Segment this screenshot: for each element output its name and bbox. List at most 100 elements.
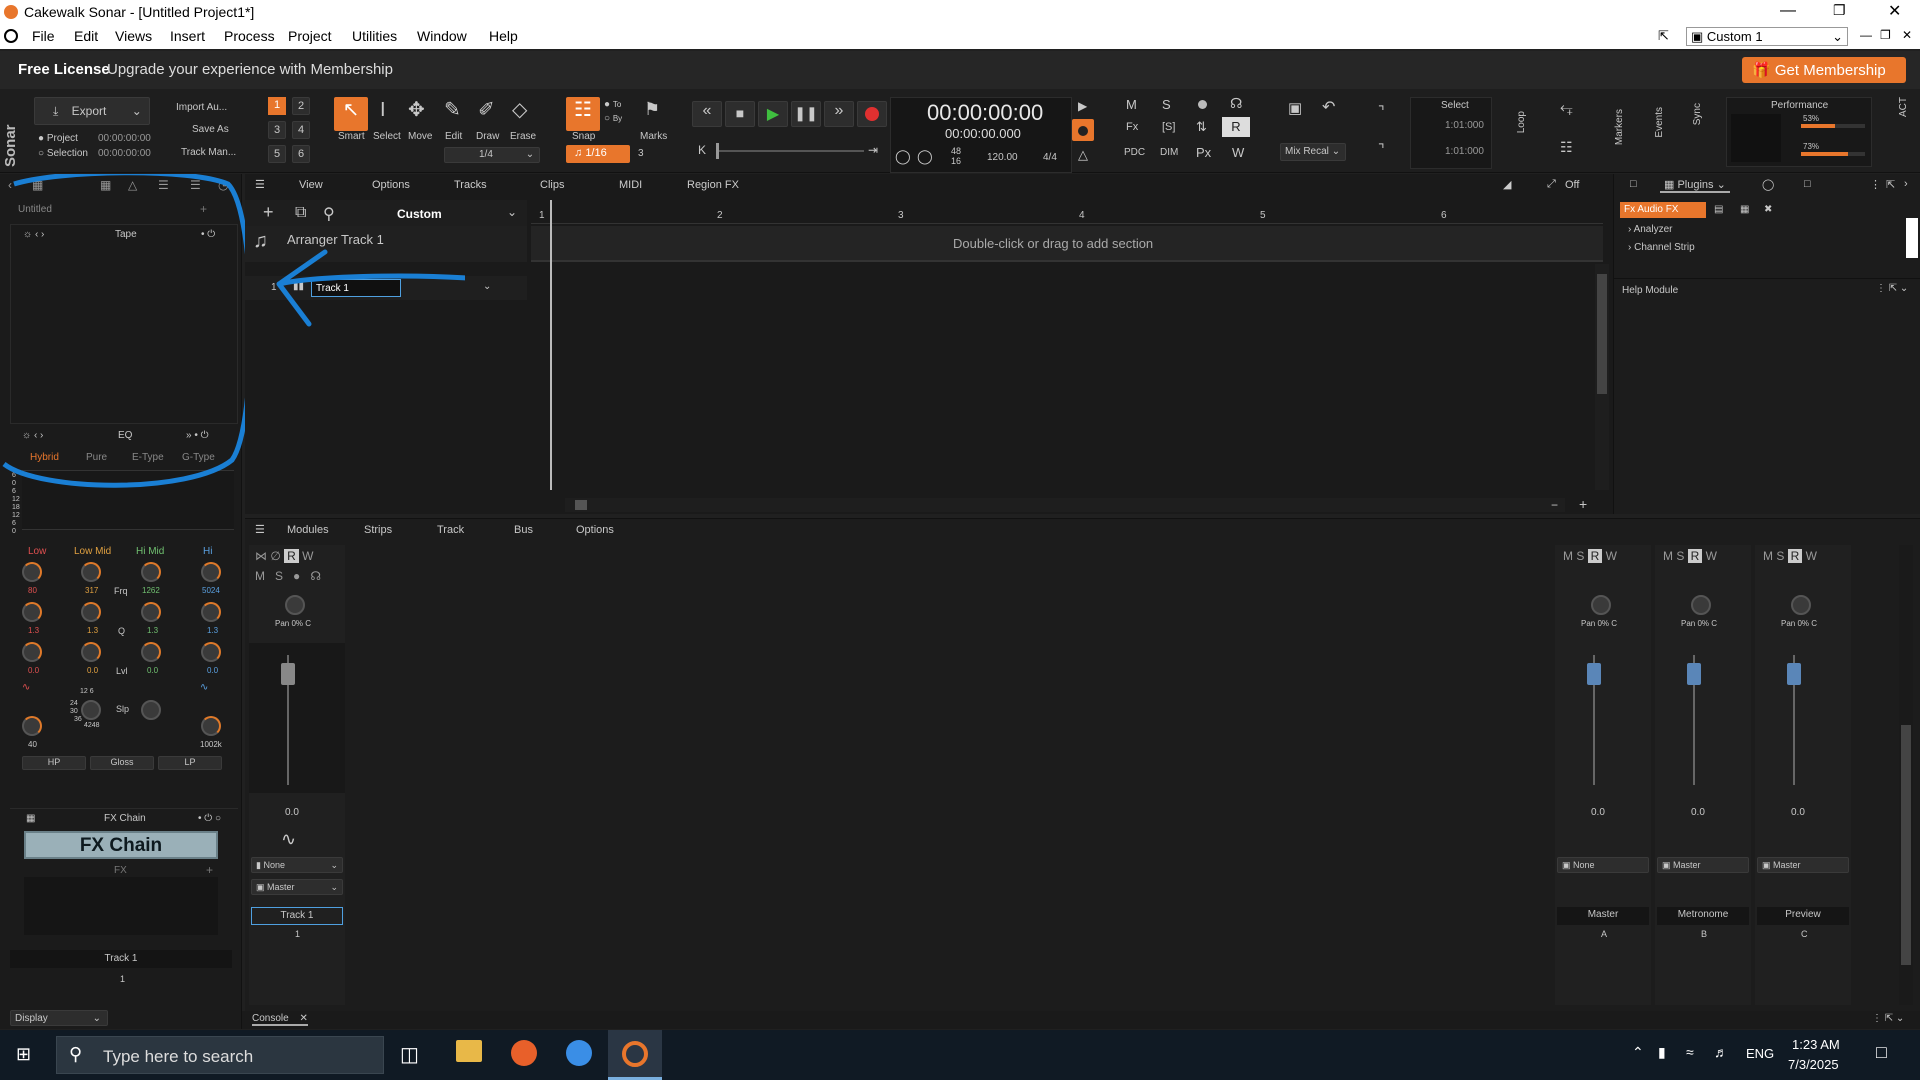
- vertical-scrollbar[interactable]: [1595, 264, 1609, 490]
- browser-collapse-icon[interactable]: ›: [1904, 178, 1908, 190]
- now-time-marker[interactable]: [550, 200, 552, 490]
- bus-c-fader-thumb[interactable]: [1787, 663, 1801, 685]
- menu-insert[interactable]: Insert: [170, 28, 205, 44]
- bus-c-read-button[interactable]: R: [1787, 549, 1803, 563]
- snap-button[interactable]: ☷: [566, 97, 600, 131]
- bus-c-output-select[interactable]: ▣ Master: [1757, 857, 1849, 873]
- screenset-5[interactable]: 5: [268, 145, 286, 163]
- help-menu-icon[interactable]: ⋮ ⇱ ⌄: [1876, 283, 1908, 294]
- file-explorer-icon[interactable]: [456, 1040, 482, 1062]
- zoom-out-icon[interactable]: −: [1551, 498, 1558, 512]
- act-label[interactable]: ACT: [1898, 97, 1909, 117]
- menu-console-options[interactable]: Options: [576, 524, 614, 536]
- read-automation-button[interactable]: R: [1222, 117, 1250, 137]
- markers-label[interactable]: Markers: [1614, 109, 1625, 145]
- notes-tab-icon[interactable]: □: [1804, 178, 1811, 190]
- plugins-tab[interactable]: ▦ Plugins ⌄: [1660, 178, 1730, 193]
- timeline-start-icon[interactable]: K: [698, 143, 706, 157]
- add-track-icon[interactable]: +: [263, 202, 274, 223]
- bus-b-fader-thumb[interactable]: [1687, 663, 1701, 685]
- workspace-select[interactable]: ▣ Custom 1 ⌄: [1686, 27, 1848, 46]
- hp-freq-knob[interactable]: [22, 716, 42, 736]
- menu-modules[interactable]: Modules: [287, 524, 329, 536]
- count-in-icon[interactable]: ◯: [917, 148, 933, 165]
- input-select[interactable]: ▮ None ⌄: [251, 857, 343, 873]
- snap-by-radio[interactable]: ○ By: [604, 113, 622, 124]
- menu-region-fx[interactable]: Region FX: [687, 179, 739, 191]
- media-tab-icon[interactable]: □: [1630, 178, 1637, 190]
- bus-a-fader-thumb[interactable]: [1587, 663, 1601, 685]
- snap-off-icon[interactable]: ⤢: [1547, 178, 1556, 191]
- arranger-lane[interactable]: Double-click or drag to add section: [531, 226, 1603, 262]
- record-button[interactable]: [857, 101, 887, 127]
- sync-label[interactable]: Sync: [1692, 103, 1703, 125]
- low-lvl-knob[interactable]: [22, 642, 42, 662]
- plugin-view-icon[interactable]: ▤: [1714, 204, 1723, 215]
- display-select[interactable]: Display ⌄: [10, 1010, 108, 1026]
- find-icon[interactable]: ⚲: [323, 204, 335, 224]
- volume-icon[interactable]: ♬: [1714, 1044, 1728, 1060]
- track-manager-button[interactable]: Track Man...: [181, 147, 236, 158]
- lowmid-q-knob[interactable]: [81, 602, 101, 622]
- plugin-item-channel-strip[interactable]: › Channel Strip: [1628, 242, 1695, 253]
- menu-options[interactable]: Options: [372, 179, 410, 191]
- plugin-layout-icon[interactable]: ▦: [1740, 204, 1749, 215]
- firefox-icon[interactable]: [511, 1040, 537, 1066]
- plugin-filter-button[interactable]: Fx Audio FX: [1620, 202, 1706, 218]
- notifications-icon[interactable]: □: [1876, 1042, 1887, 1063]
- dim-button[interactable]: DIM: [1160, 147, 1178, 158]
- record-mode-button[interactable]: [1072, 119, 1094, 141]
- pin-icon[interactable]: ⇱: [1658, 28, 1669, 44]
- low-shape-icon[interactable]: ∿: [22, 682, 30, 693]
- select-end-value[interactable]: 1:01:000: [1445, 146, 1484, 157]
- bus-c-pan-knob[interactable]: [1791, 595, 1811, 615]
- export-selection-radio[interactable]: ○ Selection: [38, 148, 88, 159]
- menu-tracks[interactable]: Tracks: [454, 179, 487, 191]
- tempo-value[interactable]: 120.00: [987, 152, 1018, 163]
- vertical-scroll-thumb[interactable]: [1597, 274, 1607, 394]
- pause-button[interactable]: ❚❚: [791, 101, 821, 127]
- screenset-1[interactable]: 1: [268, 97, 286, 115]
- menu-edit[interactable]: Edit: [74, 28, 98, 44]
- browser-menu-icon[interactable]: ⋮: [1870, 178, 1881, 191]
- lp-freq-knob[interactable]: [201, 716, 221, 736]
- edit-tool-icon[interactable]: ✎: [444, 97, 461, 122]
- marks-icon[interactable]: ⚑: [644, 99, 660, 120]
- chevron-down-icon[interactable]: ⌄: [507, 205, 517, 219]
- pan-knob[interactable]: [285, 595, 305, 615]
- transport-position-slider[interactable]: [716, 150, 864, 152]
- hi-frq-knob[interactable]: [201, 562, 221, 582]
- loop-label[interactable]: Loop: [1516, 111, 1527, 133]
- console-tab[interactable]: Console ✕: [252, 1013, 308, 1026]
- screenset-3[interactable]: 3: [268, 121, 286, 139]
- solo-override-icon[interactable]: [S]: [1162, 121, 1175, 133]
- menu-view[interactable]: View: [299, 179, 323, 191]
- volume-fader-thumb[interactable]: [281, 663, 295, 685]
- track-preset-value[interactable]: Custom: [397, 207, 442, 221]
- cakewalk-taskbar-button[interactable]: [608, 1030, 662, 1080]
- battery-icon[interactable]: ▮: [1658, 1044, 1666, 1061]
- hicut-slope-knob[interactable]: [141, 700, 161, 720]
- note-duration-button[interactable]: ♫ 1/16: [566, 145, 630, 163]
- menu-help[interactable]: Help: [489, 28, 518, 44]
- duplicate-icon[interactable]: ⧉: [295, 204, 306, 222]
- snap-to-radio[interactable]: ● To: [604, 99, 621, 110]
- px-button[interactable]: Px: [1196, 145, 1211, 160]
- lowcut-slope-knob[interactable]: [81, 700, 101, 720]
- play-button[interactable]: ▶: [758, 101, 788, 127]
- restore-icon[interactable]: —: [1860, 28, 1872, 42]
- himid-frq-knob[interactable]: [141, 562, 161, 582]
- console-scrollbar[interactable]: [1899, 545, 1913, 1005]
- menu-midi[interactable]: MIDI: [619, 179, 642, 191]
- bus-a-name[interactable]: Master: [1557, 907, 1649, 925]
- menu-clips[interactable]: Clips: [540, 179, 564, 191]
- headphones-icon[interactable]: ☊: [1230, 95, 1242, 112]
- rewind-button[interactable]: «: [692, 101, 722, 127]
- horizontal-scrollbar[interactable]: [565, 498, 1565, 512]
- transport-options-play-icon[interactable]: ▶: [1078, 99, 1087, 113]
- bus-a-output-select[interactable]: ▣ None: [1557, 857, 1649, 873]
- gloss-button[interactable]: Gloss: [90, 756, 154, 770]
- content-tab-icon[interactable]: ◯: [1762, 178, 1774, 191]
- arm-icon[interactable]: ●: [293, 569, 300, 583]
- low-q-knob[interactable]: [22, 602, 42, 622]
